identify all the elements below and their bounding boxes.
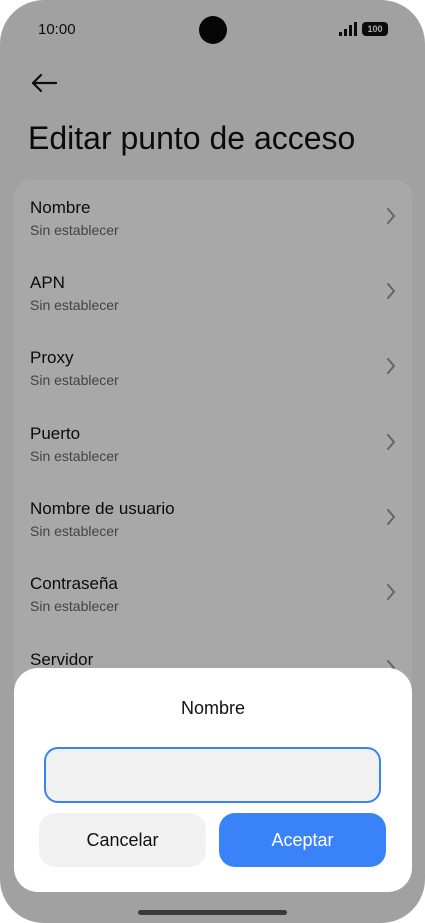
- home-indicator[interactable]: [138, 910, 287, 915]
- phone-frame: 10:00 100 Editar punto de acceso Nombre …: [0, 0, 425, 923]
- cancel-button[interactable]: Cancelar: [39, 813, 206, 867]
- accept-button[interactable]: Aceptar: [219, 813, 386, 867]
- name-dialog: Nombre Cancelar Aceptar: [14, 668, 412, 892]
- name-input[interactable]: [44, 747, 381, 803]
- dialog-title: Nombre: [180, 698, 246, 718]
